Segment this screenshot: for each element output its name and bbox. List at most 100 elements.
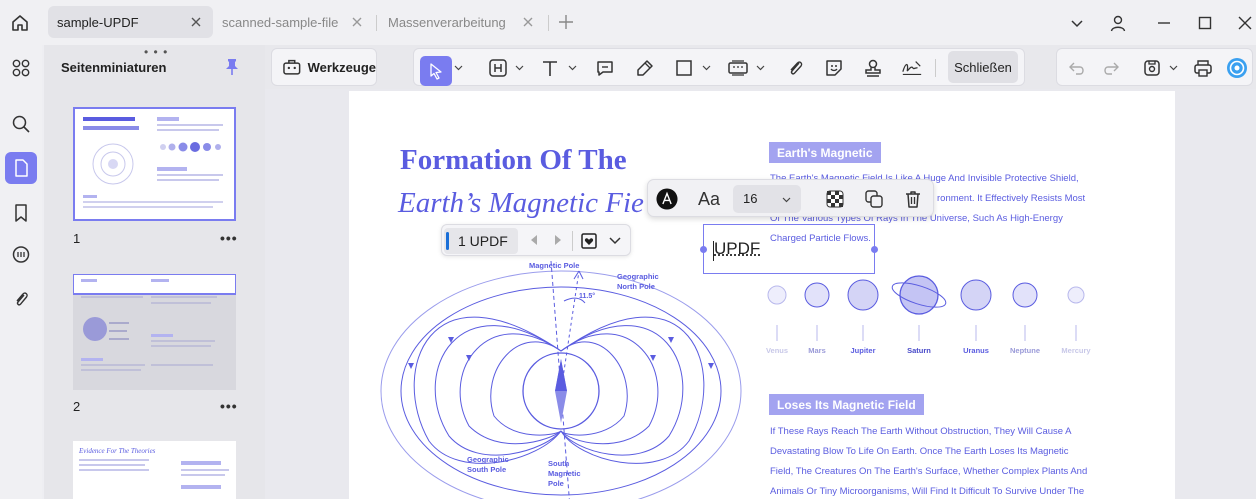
rail-comments-button[interactable] xyxy=(5,239,37,271)
nav-divider xyxy=(572,231,573,251)
text-t-icon xyxy=(543,61,557,76)
maximize-button[interactable] xyxy=(1194,12,1216,34)
opacity-button[interactable] xyxy=(824,188,846,210)
thumbnail-page-number: 2 xyxy=(73,399,81,414)
close-icon xyxy=(1238,16,1252,30)
bookmark-icon xyxy=(15,204,27,222)
attachment-tool[interactable] xyxy=(784,57,806,79)
panel-title: Seitenminiaturen xyxy=(61,60,167,75)
planets-diagram xyxy=(767,275,1085,341)
sticker-tool[interactable] xyxy=(823,57,845,79)
font-size-select[interactable]: 16 xyxy=(733,185,801,213)
ai-assistant-button[interactable] xyxy=(1226,57,1248,79)
tilt-angle-label: 11.5° xyxy=(579,293,596,300)
favorite-button[interactable] xyxy=(579,231,599,256)
highlighter-tool[interactable] xyxy=(634,57,656,79)
south-magnetic-label-3: Pole xyxy=(548,479,564,488)
tools-button[interactable]: Werkzeuge xyxy=(271,48,377,86)
heart-box-icon xyxy=(581,233,597,249)
save-button[interactable] xyxy=(1141,57,1163,79)
thumbnail-more-button[interactable]: ••• xyxy=(220,230,238,246)
chevron-down-icon[interactable] xyxy=(568,63,577,72)
stamp-tool[interactable] xyxy=(862,57,884,79)
page-object-label[interactable]: 1 UPDF xyxy=(444,228,518,254)
font-size-value: 16 xyxy=(743,191,758,206)
rail-apps-button[interactable] xyxy=(5,52,37,84)
rail-bookmarks-button[interactable] xyxy=(5,197,37,229)
stamp-icon xyxy=(865,59,881,77)
minimize-button[interactable] xyxy=(1153,12,1175,34)
duplicate-button[interactable] xyxy=(863,188,885,210)
main-toolbar: Werkzeuge Schließen xyxy=(265,45,1256,89)
previous-button[interactable] xyxy=(528,233,540,252)
section-heading-earths-magnetic[interactable]: Earth's Magnetic xyxy=(769,142,881,163)
geographic-north-label-2: North Pole xyxy=(617,282,655,291)
stamp-form-tool[interactable] xyxy=(727,57,749,79)
tab-sample-updf[interactable]: sample-UPDF xyxy=(48,6,213,38)
close-tab-icon[interactable] xyxy=(350,15,364,29)
chevron-down-icon[interactable] xyxy=(702,63,711,72)
select-tool-button[interactable] xyxy=(420,56,452,86)
resize-handle-right[interactable] xyxy=(871,246,878,253)
tabs-dropdown-button[interactable] xyxy=(1066,12,1088,34)
tab-massenverarbeitung[interactable]: Massenverarbeitung xyxy=(380,6,545,38)
page-thumbnail-1[interactable] xyxy=(73,107,236,221)
shape-tool[interactable] xyxy=(673,57,695,79)
document-title-line-1[interactable]: Formation Of The xyxy=(400,144,627,177)
signature-tool[interactable] xyxy=(901,57,923,79)
next-button[interactable] xyxy=(552,233,564,252)
editable-text-box[interactable]: UPDF xyxy=(700,224,878,274)
triangle-left-icon xyxy=(531,235,537,245)
redo-icon xyxy=(1104,62,1119,75)
close-window-button[interactable] xyxy=(1234,12,1256,34)
comment-tool[interactable] xyxy=(594,57,616,79)
nav-expand-button[interactable] xyxy=(607,232,623,253)
rail-thumbnails-button[interactable] xyxy=(5,152,37,184)
thumbnail-title: Evidence For The Theories xyxy=(79,447,156,455)
tab-scanned-sample-file[interactable]: scanned-sample-file xyxy=(214,6,374,38)
thumbnail-page-number: 1 xyxy=(73,231,81,246)
chevron-down-icon[interactable] xyxy=(756,63,765,72)
thumbnails-panel: • • • Seitenminiaturen 1 ••• 2 ••• Evide… xyxy=(44,45,265,499)
add-tab-icon[interactable] xyxy=(557,13,575,31)
printer-icon xyxy=(1194,60,1212,77)
resize-handle-left[interactable] xyxy=(700,246,707,253)
opacity-checker-icon xyxy=(826,190,844,208)
document-title-line-2[interactable]: Earth’s Magnetic Fie xyxy=(398,187,644,220)
chevron-down-icon[interactable] xyxy=(454,63,463,72)
speech-bubble-icon xyxy=(597,61,613,76)
close-edit-button[interactable]: Schließen xyxy=(948,51,1018,83)
undo-button[interactable] xyxy=(1066,57,1088,79)
cursor-arrow-icon xyxy=(430,63,442,80)
home-button[interactable] xyxy=(6,9,34,37)
thumbnail-more-button[interactable]: ••• xyxy=(220,398,238,414)
panel-drag-handle[interactable]: • • • xyxy=(144,45,168,59)
account-button[interactable] xyxy=(1107,12,1129,34)
font-family-button[interactable]: Aa xyxy=(694,188,724,210)
edit-box-text[interactable]: UPDF xyxy=(714,239,760,259)
header-footer-tool[interactable] xyxy=(487,57,509,79)
section-heading-loses-magnetic-field[interactable]: Loses Its Magnetic Field xyxy=(769,394,924,415)
chevron-down-icon[interactable] xyxy=(1169,63,1178,72)
toolbar-divider xyxy=(935,59,936,77)
print-button[interactable] xyxy=(1192,57,1214,79)
title-bar: sample-UPDF scanned-sample-file Massenve… xyxy=(0,0,1256,45)
close-tab-icon[interactable] xyxy=(189,15,203,29)
home-icon xyxy=(12,15,28,31)
text-tool[interactable] xyxy=(539,57,561,79)
chevron-down-icon[interactable] xyxy=(515,63,524,72)
rail-search-button[interactable] xyxy=(5,108,37,140)
pin-icon[interactable] xyxy=(224,58,240,76)
section2-line-1: If These Rays Reach The Earth Without Ob… xyxy=(770,426,1072,437)
delete-button[interactable] xyxy=(902,188,924,210)
minimize-icon xyxy=(1158,22,1170,24)
sticker-icon xyxy=(826,60,842,76)
redo-button[interactable] xyxy=(1100,57,1122,79)
chevron-down-icon xyxy=(609,237,621,245)
page-thumbnail-3[interactable]: Evidence For The Theories xyxy=(73,441,236,499)
rail-attachments-button[interactable] xyxy=(5,283,37,315)
text-color-button[interactable] xyxy=(656,188,678,210)
page-thumbnail-2[interactable] xyxy=(73,274,236,390)
rectangle-icon xyxy=(676,60,692,76)
close-tab-icon[interactable] xyxy=(521,15,535,29)
